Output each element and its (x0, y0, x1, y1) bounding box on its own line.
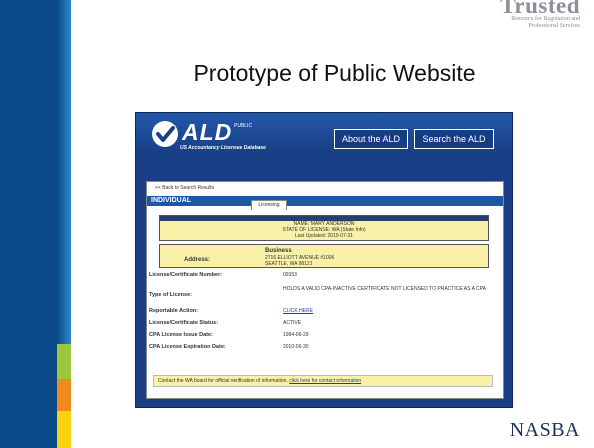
table-row: CPA License Expiration Date: 2010-06-30 (147, 342, 503, 354)
verification-note: Contact the WA board for official verifi… (153, 375, 493, 387)
row-key: Reportable Action: (149, 308, 198, 314)
section-header: INDIVIDUAL (147, 196, 503, 206)
address-box: Address: Business 2716 ELLIOTT AVENUE #1… (159, 244, 489, 268)
back-to-results-link[interactable]: << Back to Search Results (155, 185, 214, 191)
table-row: CPA License Issue Date: 1984-06-29 (147, 330, 503, 342)
trusted-tagline-2: Professional Services (528, 23, 581, 29)
table-row: Type of License: HOLDS A VALID CPA-INACT… (147, 282, 503, 306)
row-value: ACTIVE (283, 320, 302, 326)
green-block (57, 344, 71, 379)
about-ald-button[interactable]: About the ALD (334, 129, 408, 149)
orange-block (57, 379, 71, 411)
address-label: Address: (184, 257, 211, 263)
contact-info-link[interactable]: click here for contact information (289, 378, 361, 384)
slide-title: Prototype of Public Website (193, 60, 476, 86)
license-table: License/Certificate Number: 09353 Type o… (147, 270, 503, 354)
trusted-logo: Trusted Resource for Regulation and Prof… (500, 0, 580, 30)
search-ald-button[interactable]: Search the ALD (414, 129, 494, 149)
name-box: NAME: MARY ANDERSON STATE OF LICENSE: WA… (159, 215, 489, 241)
row-value: HOLDS A VALID CPA-INACTIVE CERTIFICATE N… (283, 286, 486, 292)
trusted-word: Trusted (500, 0, 580, 18)
ald-logo-text: ALD (182, 119, 233, 145)
row-value: 2010-06-30 (283, 344, 309, 350)
tab-licensing[interactable]: Licensing (251, 200, 287, 210)
row-key: CPA License Expiration Date: (149, 344, 226, 350)
row-key: License/Certificate Status: (149, 320, 219, 326)
address-line-2: SEATTLE, WA 98121 (265, 261, 313, 267)
last-updated: Last Updated: 2010-07-31 (294, 233, 354, 239)
nasba-logo: NASBA (509, 419, 580, 441)
row-value: 1984-06-29 (283, 332, 309, 338)
content-panel: << Back to Search Results INDIVIDUAL Lic… (146, 181, 504, 399)
website-screenshot: ALD PUBLIC US Accountancy Licensee Datab… (135, 112, 513, 408)
public-label: PUBLIC (234, 123, 253, 129)
table-row: License/Certificate Number: 09353 (147, 270, 503, 282)
ald-full-name: US Accountancy Licensee Database (180, 145, 266, 151)
trusted-tagline-1: Resource for Regulation and (511, 16, 580, 22)
table-row: License/Certificate Status: ACTIVE (147, 318, 503, 330)
note-text: Contact the WA board for official verifi… (158, 378, 288, 384)
slide: Trusted Resource for Regulation and Prof… (0, 0, 594, 448)
checkmark-icon (152, 121, 178, 147)
row-key: CPA License Issue Date: (149, 332, 213, 338)
row-value: 09353 (283, 272, 297, 278)
row-key: License/Certificate Number: (149, 272, 223, 278)
table-row: Reportable Action: CLICK HERE (147, 306, 503, 318)
address-type: Business (265, 248, 292, 254)
ald-header: ALD PUBLIC US Accountancy Licensee Datab… (136, 113, 512, 159)
click-here-link[interactable]: CLICK HERE (283, 308, 493, 314)
yellow-block (57, 411, 71, 448)
row-key: Type of License: (149, 292, 192, 298)
